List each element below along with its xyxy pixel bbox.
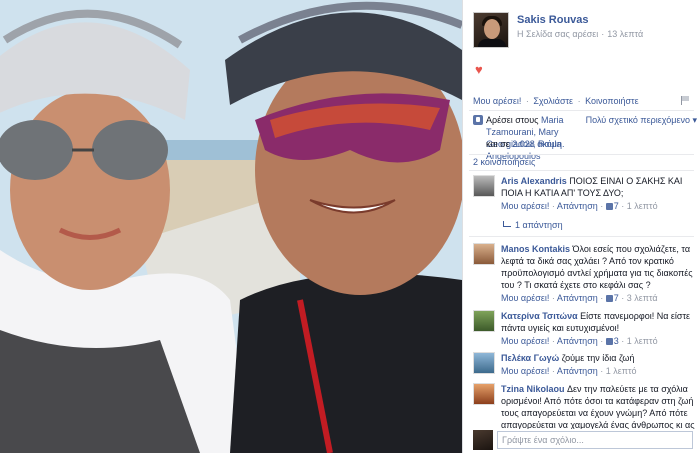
share-button[interactable]: Κοινοποιήστε [585,96,639,106]
comment-like-button[interactable]: Μου αρέσει! [501,201,549,211]
page-name[interactable]: Sakis Rouvas [517,14,589,26]
comment-order-dropdown[interactable]: Πολύ σχετικό περιεχόμενο ▾ [586,114,697,126]
reply-arrow-icon [503,221,511,227]
post-sidebar: Sakis Rouvas Η Σελίδα σας αρέσει · 13 λεπτ… [462,0,700,453]
likes-suffix: και σε [486,139,510,149]
comment-author[interactable]: Tzina Nikolaou [501,384,565,394]
comment-author[interactable]: Κατερίνα Τσιτώνα [501,311,578,321]
comment-reply-button[interactable]: Απάντηση [557,336,598,346]
comment-like-button[interactable]: Μου αρέσει! [501,366,549,376]
likes-prefix: Αρέσει στους [486,115,539,125]
comment-author[interactable]: Manos Kontakis [501,244,570,254]
selfie-illustration [0,0,462,453]
comment-time[interactable]: 1 λεπτό [627,201,658,211]
comment-meta: Μου αρέσει! · Απάντηση · 7 · 3 λεπτά [501,293,658,303]
comment-like-button[interactable]: Μου αρέσει! [501,293,549,303]
post-header: Sakis Rouvas Η Σελίδα σας αρέσει · 13 λεπτ… [473,12,693,52]
comment-like-count[interactable]: 7 [605,293,619,303]
liked-status[interactable]: Η Σελίδα σας αρέσει [517,29,598,39]
comment-time[interactable]: 1 λεπτό [606,366,637,376]
commenter-avatar[interactable] [473,175,495,197]
comment-input[interactable] [497,431,693,449]
divider [469,236,694,237]
comment-like-count[interactable]: 3 [605,336,619,346]
comment-time[interactable]: 1 λεπτό [627,336,658,346]
comment-reply-button[interactable]: Απάντηση [557,293,598,303]
shares-count[interactable]: 2 κοινοποιήσεις [473,157,535,167]
commenter-avatar[interactable] [473,383,495,405]
current-user-avatar [473,430,493,450]
comment-like-count[interactable]: 7 [605,201,619,211]
replies-label: 1 απάντηση [515,220,563,230]
comment-meta: Μου αρέσει! · Απάντηση · 1 λεπτό [501,366,637,376]
page-meta: Η Σελίδα σας αρέσει · 13 λεπτά [517,29,644,39]
comment-text: ζούμε την ίδια ζωή [561,353,635,363]
comment-time[interactable]: 3 λεπτά [627,293,658,303]
comment-like-button[interactable]: Μου αρέσει! [501,336,549,346]
post-actions: Μου αρέσει! · Σχολιάστε · Κοινοποιήστε [473,96,639,106]
comment-button[interactable]: Σχολιάστε [533,96,573,106]
likes-summary: Αρέσει στους Maria Tzamourani, Mary Geor… [473,114,697,161]
commenter-avatar[interactable] [473,310,495,332]
thumbs-up-icon [473,115,483,125]
divider [469,154,694,155]
flag-icon[interactable] [681,96,690,105]
commenter-avatar[interactable] [473,352,495,374]
comment-reply-button[interactable]: Απάντηση [557,201,598,211]
comment-reply-button[interactable]: Απάντηση [557,366,598,376]
comment-author[interactable]: Πελέκα Γωγώ [501,353,559,363]
heart-icon: ♥ [475,62,483,77]
thumbs-up-icon [605,295,613,302]
commenter-avatar[interactable] [473,243,495,265]
thumbs-up-icon [605,338,613,345]
divider [469,110,694,111]
comment-author[interactable]: Aris Alexandris [501,176,567,186]
comment-meta: Μου αρέσει! · Απάντηση · 7 · 1 λεπτό [501,201,658,211]
like-button[interactable]: Μου αρέσει! [473,96,521,106]
thumbs-up-icon [605,203,613,210]
comment-meta: Μου αρέσει! · Απάντηση · 3 · 1 λεπτό [501,336,658,346]
divider [469,170,694,171]
post-time[interactable]: 13 λεπτά [607,29,643,39]
page-avatar[interactable] [473,12,509,48]
likes-count[interactable]: 2.028 ακόμη. [512,139,564,149]
comment-item: Tzina Nikolaou Δεν την παλεύετε με τα σχ… [473,383,695,429]
post-photo[interactable] [0,0,462,453]
replies-toggle[interactable]: 1 απάντηση [503,220,563,230]
comment-composer [473,430,695,450]
